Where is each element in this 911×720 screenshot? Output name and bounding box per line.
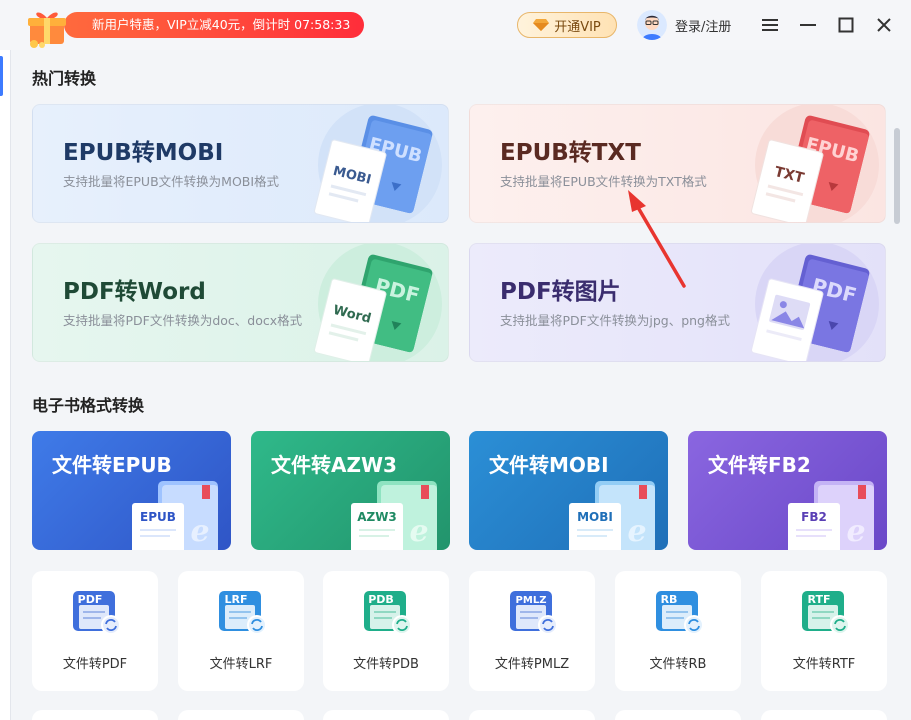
side-active-indicator [0,56,3,96]
tool-card-label: 文件转RTF [792,657,856,672]
ebook-card-mobi[interactable]: 文件转MOBI MOBI e [469,431,668,550]
section-title-hot: 热门转换 [32,69,97,88]
pmlz-file-icon: PMLZ [510,591,558,635]
minimize-button[interactable] [796,13,820,37]
ebook-card-azw3[interactable]: 文件转AZW3 AZW3 e [251,431,450,550]
tool-card-label: 文件转PDB [353,657,419,672]
menu-button[interactable] [758,13,782,37]
maximize-button[interactable] [834,13,858,37]
svg-text:e: e [627,514,646,549]
epub-mobi-illustration: EPUB MOBI [314,105,442,222]
menu-icon [762,19,778,31]
hot-card-desc: 支持批量将EPUB文件转换为TXT格式 [500,174,707,189]
tool-card-label: 文件转LRF [209,657,273,672]
close-button[interactable] [872,13,896,37]
ebook-card-fb2[interactable]: 文件转FB2 FB2 e [688,431,887,550]
tool-card-lrf[interactable]: LRF 文件转LRF [178,571,304,691]
svg-text:e: e [846,514,865,549]
title-bar: 新用户特惠，VIP立减40元，倒计时 07:58:33 开通VIP 登录/注册 [0,0,911,50]
tool-card-next-row[interactable] [32,710,158,720]
tool-card-rtf[interactable]: RTF 文件转RTF [761,571,887,691]
svg-text:e: e [190,514,209,549]
hot-card-title: EPUB转MOBI [63,140,224,166]
hot-card-desc: 支持批量将PDF文件转换为doc、docx格式 [63,313,303,328]
ebook-azw3-illustration: AZW3 e [351,481,437,550]
open-vip-button[interactable]: 开通VIP [517,12,617,38]
svg-text:PMLZ: PMLZ [516,595,547,606]
svg-text:LRF: LRF [225,593,248,606]
svg-text:FB2: FB2 [801,510,827,524]
tool-card-label: 文件转RB [649,657,707,672]
hot-card-desc: 支持批量将EPUB文件转换为MOBI格式 [63,174,280,189]
pdf-word-illustration: PDF Word [314,244,442,361]
ebook-card-title: 文件转MOBI [489,453,609,477]
promo-banner[interactable]: 新用户特惠，VIP立减40元，倒计时 07:58:33 [24,8,365,48]
ebook-mobi-illustration: MOBI e [569,481,655,550]
login-register-button[interactable]: 登录/注册 [637,10,731,40]
ebook-card-title: 文件转EPUB [52,453,172,477]
tool-card-next-row[interactable] [323,710,449,720]
close-icon [877,18,891,32]
svg-text:RB: RB [661,593,678,606]
svg-text:AZW3: AZW3 [357,510,397,524]
tool-card-pdb[interactable]: PDB 文件转PDB [323,571,449,691]
rb-file-icon: RB [656,591,704,635]
ebook-card-epub[interactable]: 文件转EPUB EPUB e [32,431,231,550]
hot-card-epub-to-txt[interactable]: EPUB转TXT 支持批量将EPUB文件转换为TXT格式 EPUB TXT [469,104,886,223]
svg-text:EPUB: EPUB [140,510,176,524]
scrollbar-thumb[interactable] [894,128,900,224]
tool-card-next-row[interactable] [469,710,595,720]
ebook-card-title: 文件转FB2 [708,453,811,477]
hot-card-title: PDF转Word [63,279,206,305]
tool-card-pmlz[interactable]: PMLZ 文件转PMLZ [469,571,595,691]
hot-card-title: EPUB转TXT [500,140,641,166]
rtf-file-icon: RTF [802,591,850,635]
lrf-file-icon: LRF [219,591,267,635]
pdf-image-illustration: PDF [751,244,879,361]
epub-txt-illustration: EPUB TXT [751,105,879,222]
section-title-ebook: 电子书格式转换 [32,396,145,415]
promo-text[interactable]: 新用户特惠，VIP立减40元，倒计时 07:58:33 [64,12,365,38]
pdf-file-icon: PDF [73,591,121,635]
svg-text:e: e [409,514,428,549]
side-panel-edge [0,50,11,720]
tool-card-label: 文件转PDF [62,657,128,672]
hot-card-epub-to-mobi[interactable]: EPUB转MOBI 支持批量将EPUB文件转换为MOBI格式 EPUB MOBI [32,104,449,223]
tool-card-label: 文件转PMLZ [494,657,570,672]
hot-card-pdf-to-word[interactable]: PDF转Word 支持批量将PDF文件转换为doc、docx格式 PDF Wor… [32,243,449,362]
svg-text:PDF: PDF [78,593,103,606]
open-vip-label: 开通VIP [554,19,601,35]
svg-text:RTF: RTF [808,593,831,606]
minimize-icon [800,24,816,26]
svg-text:PDB: PDB [368,593,394,606]
tool-card-next-row[interactable] [761,710,887,720]
avatar [637,10,667,40]
hot-card-title: PDF转图片 [500,279,621,305]
login-register-label: 登录/注册 [675,19,732,35]
hot-card-pdf-to-image[interactable]: PDF转图片 支持批量将PDF文件转换为jpg、png格式 PDF [469,243,886,362]
hot-card-desc: 支持批量将PDF文件转换为jpg、png格式 [500,313,730,328]
ebook-fb2-illustration: FB2 e [788,481,874,550]
tool-card-next-row[interactable] [615,710,741,720]
pdb-file-icon: PDB [364,591,412,635]
svg-text:MOBI: MOBI [577,510,613,524]
gift-icon [28,12,66,48]
ebook-card-title: 文件转AZW3 [271,453,397,477]
ebook-epub-illustration: EPUB e [132,481,218,550]
diamond-icon [533,19,550,31]
tool-card-rb[interactable]: RB 文件转RB [615,571,741,691]
maximize-icon [838,17,854,33]
tool-card-next-row[interactable] [178,710,304,720]
tool-card-pdf[interactable]: PDF 文件转PDF [32,571,158,691]
